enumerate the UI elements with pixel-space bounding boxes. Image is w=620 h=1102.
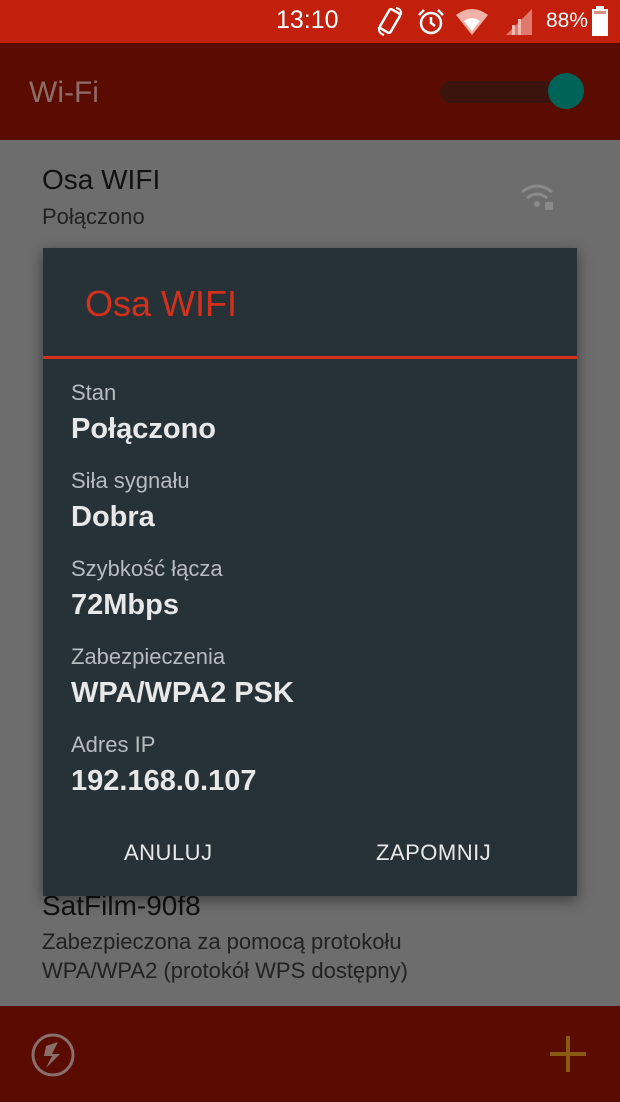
field-value-signal: Dobra bbox=[71, 501, 155, 533]
field-label-status: Stan bbox=[71, 380, 117, 405]
network-name: Osa WIFI bbox=[42, 164, 161, 195]
field-label-security: Zabezpieczenia bbox=[71, 644, 226, 669]
refresh-icon[interactable] bbox=[30, 1032, 76, 1083]
battery-icon bbox=[591, 6, 609, 41]
alarm-icon bbox=[416, 7, 446, 42]
battery-percent: 88% bbox=[546, 9, 589, 32]
network-details-dialog: Osa WIFI Stan Połączono Siła sygnału Dob… bbox=[43, 248, 577, 896]
field-label-signal: Siła sygnału bbox=[71, 468, 190, 493]
status-bar: 13:10 88% bbox=[0, 0, 620, 43]
dialog-divider bbox=[43, 356, 577, 359]
cell-signal-icon bbox=[504, 7, 534, 42]
status-time: 13:10 bbox=[276, 6, 339, 34]
dialog-title: Osa WIFI bbox=[85, 283, 237, 324]
field-label-ip: Adres IP bbox=[71, 732, 156, 757]
cancel-button[interactable]: ANULUJ bbox=[124, 840, 213, 866]
forget-button[interactable]: ZAPOMNIJ bbox=[376, 840, 491, 866]
field-value-status: Połączono bbox=[71, 413, 217, 445]
bottom-bar bbox=[0, 1006, 620, 1102]
field-value-ip: 192.168.0.107 bbox=[71, 765, 257, 797]
network-status-line-1: Zabezpieczona za pomocą protokołu bbox=[42, 929, 402, 954]
network-status-line-2: WPA/WPA2 (protokół WPS dostępny) bbox=[42, 958, 408, 983]
field-value-link-speed: 72Mbps bbox=[71, 589, 179, 621]
wifi-toggle-thumb[interactable] bbox=[548, 73, 584, 109]
wifi-signal-icon bbox=[520, 182, 554, 217]
rotate-icon bbox=[376, 7, 404, 42]
add-icon[interactable] bbox=[548, 1034, 588, 1079]
page-title: Wi-Fi bbox=[29, 76, 99, 109]
wifi-icon bbox=[454, 7, 490, 42]
field-label-link-speed: Szybkość łącza bbox=[71, 556, 223, 581]
field-value-security: WPA/WPA2 PSK bbox=[71, 677, 294, 709]
network-status: Połączono bbox=[42, 204, 145, 229]
